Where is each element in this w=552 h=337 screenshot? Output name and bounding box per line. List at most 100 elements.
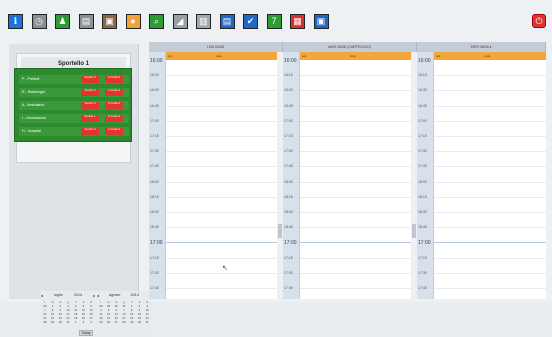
time-slot[interactable] <box>166 166 277 168</box>
calendar-day[interactable]: 30 <box>56 320 64 324</box>
calendar-7-icon[interactable]: 7 <box>266 13 282 29</box>
calendar-day[interactable]: 3 <box>87 320 95 324</box>
day-grid[interactable]: ora note <box>433 52 546 299</box>
time-slot[interactable] <box>434 75 546 77</box>
calendar-day[interactable]: 29 <box>49 320 57 324</box>
time-slot[interactable] <box>300 90 411 92</box>
trash-icon[interactable]: ▥ <box>196 13 211 29</box>
time-slot[interactable] <box>300 288 411 289</box>
day-grid[interactable]: ora note <box>165 52 277 299</box>
power-close-icon[interactable]: ⏻ <box>532 14 546 28</box>
calendar-day[interactable]: 26 <box>105 320 113 324</box>
sun-icon[interactable]: ● <box>125 13 141 29</box>
time-slot[interactable] <box>166 257 277 259</box>
time-label: 18:45 <box>284 225 293 230</box>
time-slot[interactable] <box>434 136 546 137</box>
time-slot[interactable] <box>434 212 546 213</box>
time-slot[interactable] <box>166 136 277 137</box>
calendar-day[interactable]: 28 <box>120 320 128 324</box>
served-button[interactable]: Servito 0 <box>81 127 99 135</box>
day-column-header[interactable]: MAR 05/08 (CARTEGGIO) <box>283 42 417 52</box>
time-slot[interactable] <box>300 105 411 107</box>
time-slot[interactable] <box>300 272 411 274</box>
time-slot[interactable] <box>300 151 411 153</box>
served-button[interactable]: Servito 1 <box>81 114 99 122</box>
people-icon[interactable]: ♟ <box>55 13 70 29</box>
calendar-day[interactable]: 28 <box>41 320 49 324</box>
time-slot[interactable] <box>300 75 411 77</box>
time-slot[interactable] <box>300 196 411 198</box>
time-label: 18:00 <box>418 179 427 184</box>
printer-icon[interactable]: ▤ <box>78 13 94 29</box>
book-icon[interactable]: ▣ <box>102 13 117 29</box>
day-grid[interactable]: ora note <box>299 52 411 299</box>
calendar-day[interactable]: 25 <box>97 320 105 324</box>
in-queue-button[interactable]: In Coda 0 <box>105 75 123 83</box>
time-slot[interactable] <box>434 151 546 153</box>
prev-month-icon[interactable]: ◂ <box>97 293 99 298</box>
calendar-day[interactable]: 31 <box>143 320 151 324</box>
calendar-day[interactable]: 2 <box>80 320 88 324</box>
time-slot[interactable] <box>434 181 546 183</box>
search-icon[interactable]: ⌕ <box>149 13 164 29</box>
time-slot[interactable] <box>300 136 411 137</box>
served-button[interactable]: Servito 0 <box>81 101 99 109</box>
day-column-header[interactable]: MER 06/08 ♦ <box>417 42 546 52</box>
info-icon[interactable]: ℹ <box>8 13 23 29</box>
calendar-day[interactable]: 30 <box>136 320 144 324</box>
time-slot[interactable] <box>434 120 546 122</box>
time-slot[interactable] <box>166 196 277 198</box>
checkbox-icon[interactable]: ✔ <box>243 13 258 29</box>
time-slot[interactable] <box>300 120 411 122</box>
time-slot[interactable] <box>434 272 546 274</box>
time-slot[interactable] <box>166 242 277 244</box>
time-slot[interactable] <box>166 288 277 289</box>
time-slot[interactable] <box>300 257 411 259</box>
time-slot[interactable] <box>166 227 277 229</box>
scroll-thumb[interactable] <box>412 224 416 238</box>
scroll-thumb[interactable] <box>278 224 282 238</box>
time-slot[interactable] <box>300 212 411 213</box>
calendar-day[interactable]: 31 <box>64 320 72 324</box>
time-slot[interactable] <box>166 120 277 122</box>
chart-icon[interactable]: ◢ <box>172 13 188 29</box>
calendar-day[interactable]: 27 <box>112 320 120 324</box>
document-icon[interactable]: ▤ <box>219 13 235 29</box>
time-slot[interactable] <box>434 196 546 198</box>
time-slot[interactable] <box>166 181 277 183</box>
save-icon[interactable]: ▣ <box>313 13 329 29</box>
time-slot[interactable] <box>300 166 411 168</box>
time-slot[interactable] <box>300 181 411 183</box>
calendar-red-icon[interactable]: ▦ <box>290 13 305 29</box>
time-slot[interactable] <box>166 272 277 274</box>
time-slot[interactable] <box>434 288 546 289</box>
time-slot[interactable] <box>434 166 546 168</box>
time-slot[interactable] <box>434 227 546 229</box>
in-queue-button[interactable]: In Coda 0 <box>105 127 123 135</box>
time-slot[interactable] <box>434 257 546 259</box>
time-slot[interactable] <box>434 105 546 107</box>
in-queue-button[interactable]: In Coda 0 <box>105 114 123 122</box>
in-queue-button[interactable]: In Coda 0 <box>105 88 123 96</box>
next-month-icon[interactable]: ▸ <box>93 293 95 298</box>
today-button[interactable]: Today <box>79 330 93 336</box>
served-button[interactable]: Servito 0 <box>81 88 99 96</box>
time-slot[interactable] <box>166 90 277 92</box>
served-button[interactable]: Servito 0 <box>81 75 99 83</box>
time-slot[interactable] <box>166 151 277 153</box>
time-slot[interactable] <box>300 227 411 229</box>
day-grid-header: ora note <box>434 52 546 60</box>
calendar-day[interactable]: 29 <box>128 320 136 324</box>
day-column-header[interactable]: LUN 04/08 <box>149 42 283 52</box>
clock-icon[interactable]: ◷ <box>31 13 47 29</box>
time-gutter: 16:00 16:15 16:30 16:45 17:00 17:15 17:30 17:45… <box>149 52 165 299</box>
time-slot[interactable] <box>300 242 411 244</box>
time-slot[interactable] <box>434 90 546 92</box>
time-slot[interactable] <box>166 75 277 77</box>
time-slot[interactable] <box>434 242 546 244</box>
prev-month-icon[interactable]: ◂ <box>41 293 43 298</box>
time-slot[interactable] <box>166 105 277 107</box>
calendar-day[interactable]: 1 <box>72 320 80 324</box>
time-slot[interactable] <box>166 212 277 213</box>
in-queue-button[interactable]: In Coda 0 <box>105 101 123 109</box>
